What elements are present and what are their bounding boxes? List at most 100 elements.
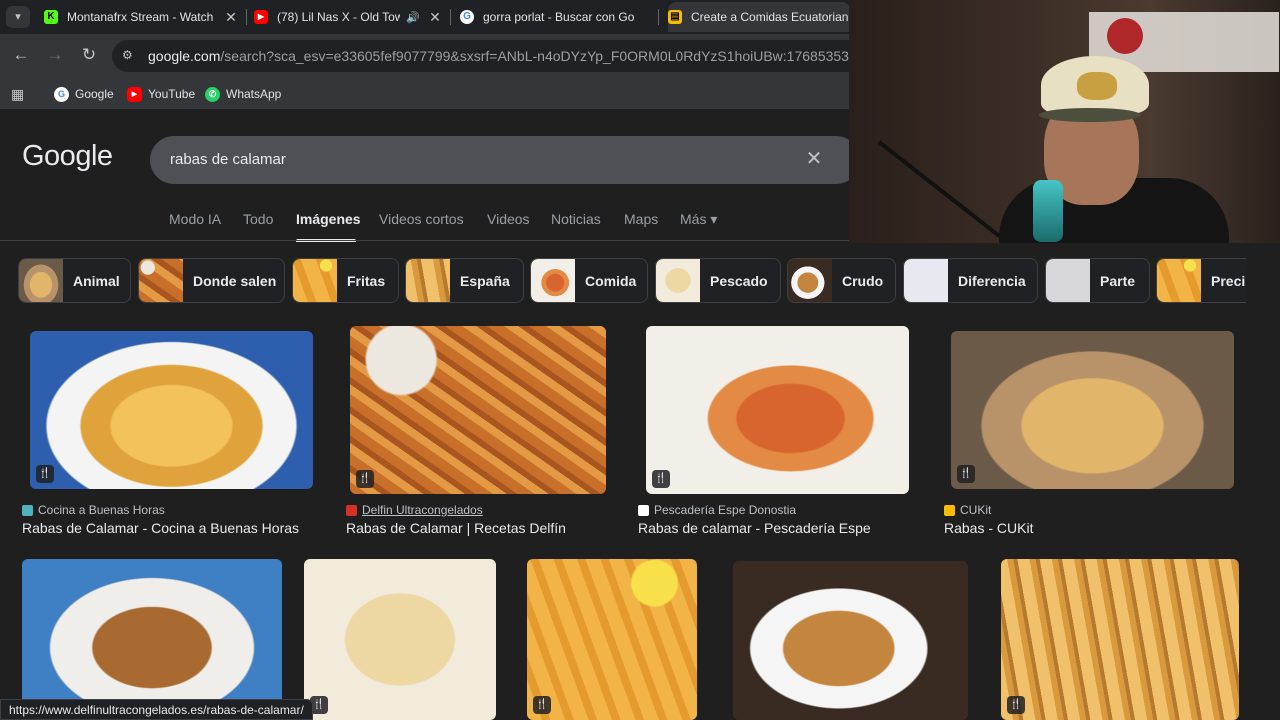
tab-divider	[658, 9, 659, 25]
result-source[interactable]: Delfin Ultracongelados	[346, 503, 483, 517]
bookmark-youtube[interactable]: ▶ YouTube	[127, 84, 195, 104]
source-label: CUKit	[960, 503, 992, 517]
browser-tab-1[interactable]: K Montanafrx Stream - Watch ✕	[44, 2, 240, 32]
chip-label: Animal	[73, 272, 120, 289]
result-source[interactable]: CUKit	[944, 503, 991, 517]
cap-logo	[1077, 72, 1117, 100]
recipe-badge-icon: 🍴	[36, 465, 54, 483]
search-box[interactable]: rabas de calamar ✕	[150, 136, 860, 184]
chip-label: Donde salen	[193, 272, 277, 289]
site-favicon-icon	[944, 504, 955, 516]
tab-noticias[interactable]: Noticias	[551, 211, 601, 227]
mic-arm	[877, 140, 1015, 243]
result-image[interactable]: 🍴	[350, 326, 606, 494]
chip-crudo[interactable]: Crudo	[787, 258, 896, 303]
tab-divider	[246, 9, 247, 25]
google-icon: G	[54, 86, 69, 102]
site-info-icon[interactable]: ⚙	[122, 48, 136, 62]
chip-fritas[interactable]: Fritas	[292, 258, 399, 303]
back-arrow-icon[interactable]: ←	[10, 44, 32, 66]
chip-thumbnail	[19, 259, 63, 302]
chip-parte[interactable]: Parte	[1045, 258, 1150, 303]
google-logo[interactable]: Google	[22, 140, 113, 173]
tab-todo[interactable]: Todo	[243, 211, 273, 227]
link-status-bubble: https://www.delfinultracongelados.es/rab…	[0, 699, 313, 720]
chip-comida[interactable]: Comida	[530, 258, 648, 303]
bookmark-whatsapp[interactable]: ✆ WhatsApp	[205, 84, 281, 104]
tab-maps[interactable]: Maps	[624, 211, 658, 227]
tab-mas[interactable]: Más ▾	[680, 211, 717, 228]
tab-search-icon[interactable]: ▾	[6, 6, 30, 28]
browser-tab-3[interactable]: G gorra porlat - Buscar con Go	[460, 2, 656, 32]
recipe-badge-icon: 🍴	[652, 470, 670, 488]
result-image[interactable]: 🍴	[646, 326, 909, 494]
forward-arrow-icon[interactable]: →	[44, 44, 66, 66]
chip-donde-salen[interactable]: Donde salen	[138, 258, 285, 303]
result-title[interactable]: Rabas de calamar - Pescadería Espe	[638, 520, 871, 536]
recipe-badge-icon: 🍴	[356, 470, 374, 488]
tab-title: (78) Lil Nas X - Old Town	[277, 10, 401, 24]
site-favicon-icon	[346, 504, 357, 516]
chip-animal[interactable]: Animal	[18, 258, 131, 303]
bookmark-label: YouTube	[148, 87, 196, 101]
chip-thumbnail	[788, 259, 832, 302]
chip-label: Diferencia	[958, 272, 1026, 289]
recipe-badge-icon: 🍴	[957, 465, 975, 483]
microphone	[1033, 180, 1063, 242]
browser-tab-4[interactable]: ▤ Create a Comidas Ecuatorian	[668, 2, 850, 32]
chip-label: España	[460, 272, 510, 289]
search-input[interactable]: rabas de calamar	[170, 151, 286, 168]
result-source[interactable]: Cocina a Buenas Horas	[22, 503, 165, 517]
result-title[interactable]: Rabas de Calamar - Cocina a Buenas Horas	[22, 520, 299, 536]
tab-modo-ia[interactable]: Modo IA	[169, 211, 221, 227]
close-icon[interactable]: ✕	[222, 9, 240, 26]
result-title[interactable]: Rabas - CUKit	[944, 520, 1033, 536]
chip-thumbnail	[1046, 259, 1090, 302]
reload-icon[interactable]: ↻	[78, 44, 100, 66]
tab-divider	[450, 9, 451, 25]
result-image[interactable]	[22, 559, 282, 720]
bookmark-google[interactable]: G Google	[54, 84, 114, 104]
chip-diferencia[interactable]: Diferencia	[903, 258, 1038, 303]
chip-thumbnail	[406, 259, 450, 302]
browser-tab-2[interactable]: ▶ (78) Lil Nas X - Old Town 🔊 ✕	[254, 2, 444, 32]
tab-videos[interactable]: Videos	[487, 211, 530, 227]
result-title[interactable]: Rabas de Calamar | Recetas Delfín	[346, 520, 566, 536]
chip-espana[interactable]: España	[405, 258, 524, 303]
youtube-icon: ▶	[254, 10, 268, 24]
chip-thumbnail	[904, 259, 948, 302]
result-image[interactable]: 🍴	[951, 331, 1234, 489]
audio-playing-icon[interactable]: 🔊	[406, 11, 420, 24]
chip-precio[interactable]: Preci	[1156, 258, 1246, 303]
chip-thumbnail	[531, 259, 575, 302]
cap-visor	[1039, 108, 1141, 122]
chip-thumbnail	[139, 259, 183, 302]
site-icon: ▤	[668, 10, 682, 24]
tab-imagenes[interactable]: Imágenes	[296, 211, 361, 227]
source-label: Pescadería Espe Donostia	[654, 503, 797, 517]
recipe-badge-icon: 🍴	[1007, 696, 1025, 714]
result-image[interactable]: 🍴	[30, 331, 313, 489]
clear-search-icon[interactable]: ✕	[802, 147, 826, 171]
kick-icon: K	[44, 10, 58, 24]
close-icon[interactable]: ✕	[426, 9, 444, 26]
result-image[interactable]: 🍴	[304, 559, 496, 720]
background-figure	[1107, 18, 1143, 54]
result-source[interactable]: Pescadería Espe Donostia	[638, 503, 796, 517]
apps-grid-icon[interactable]: ▦	[11, 84, 24, 104]
chip-label: Comida	[585, 272, 637, 289]
source-label: Cocina a Buenas Horas	[38, 503, 165, 517]
chip-label: Fritas	[347, 272, 386, 289]
tab-videos-cortos[interactable]: Videos cortos	[379, 211, 464, 227]
address-url[interactable]: google.com/search?sca_esv=e33605fef90777…	[148, 48, 863, 64]
url-path: /search?sca_esv=e33605fef9077799&sxsrf=A…	[220, 48, 863, 64]
result-image[interactable]: 🍴	[527, 559, 697, 720]
result-image[interactable]: 🍴	[1001, 559, 1239, 720]
result-image[interactable]	[733, 561, 968, 720]
chip-label: Parte	[1100, 272, 1136, 289]
tab-title: Create a Comidas Ecuatorian	[691, 10, 849, 24]
chip-pescado[interactable]: Pescado	[655, 258, 781, 303]
recipe-badge-icon: 🍴	[533, 696, 551, 714]
tab-title: Montanafrx Stream - Watch	[67, 10, 214, 24]
address-bar[interactable]: ⚙ google.com/search?sca_esv=e33605fef907…	[112, 40, 872, 72]
